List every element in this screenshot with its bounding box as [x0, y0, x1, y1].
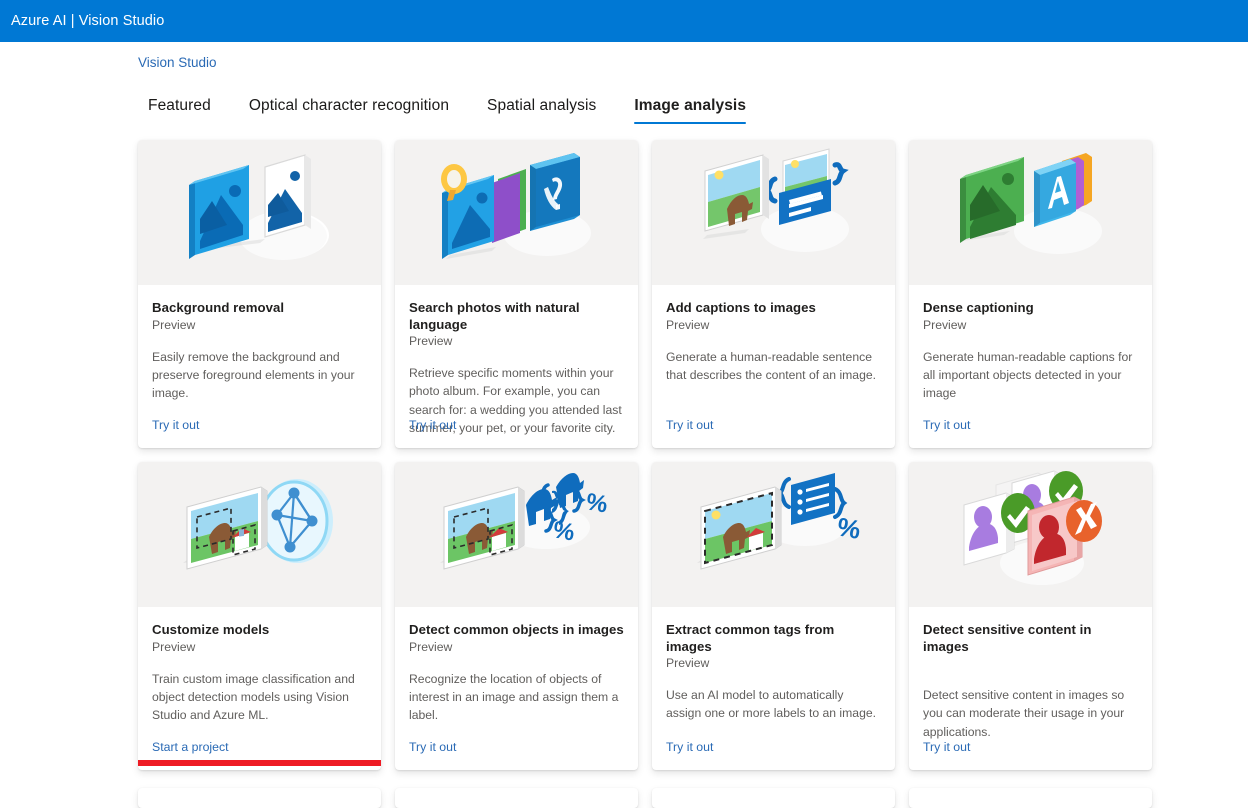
- card-detect-common-objects[interactable]: % % Detect common objects in images Prev…: [395, 462, 638, 770]
- card-body: Search photos with natural language Prev…: [395, 285, 638, 448]
- card-preview-badge: Preview: [152, 317, 196, 332]
- card-illustration-detect-sensitive: [909, 462, 1152, 607]
- card-body: Extract common tags from images Preview …: [652, 607, 895, 770]
- card-title: Background removal: [152, 300, 285, 315]
- card-preview-badge: Preview: [666, 317, 710, 332]
- card-description: Generate human-readable captions for all…: [923, 349, 1133, 401]
- card-title: Add captions to images: [666, 300, 816, 315]
- moderation-check-cross-icon: [963, 469, 1102, 585]
- card-title: Search photos with natural language: [409, 300, 580, 332]
- card-extract-common-tags[interactable]: % Extract common tags from images Previe…: [652, 462, 895, 770]
- card-title: Customize models: [152, 622, 270, 637]
- card-description: Use an AI model to automatically assign …: [666, 688, 877, 721]
- card-illustration-dense-captioning: [909, 140, 1152, 285]
- card-partial[interactable]: [138, 788, 381, 808]
- card-illustration-customize-models: [138, 462, 381, 607]
- card-action-link[interactable]: Try it out: [152, 418, 199, 432]
- photo-caption-braces-icon: [702, 147, 849, 252]
- two-photos-blue-icon: [188, 153, 329, 260]
- svg-text:%: %: [834, 511, 862, 545]
- card-preview-badge: [923, 656, 1138, 672]
- card-background-removal[interactable]: Background removal Preview Easily remove…: [138, 140, 381, 448]
- card-action-link[interactable]: Try it out: [409, 418, 456, 432]
- card-preview-badge: Preview: [409, 639, 453, 654]
- card-illustration-add-captions: [652, 140, 895, 285]
- card-dense-captioning[interactable]: Dense captioning Preview Generate human-…: [909, 140, 1152, 448]
- tab-spatial-analysis[interactable]: Spatial analysis: [487, 97, 596, 124]
- card-body: Background removal Preview Easily remove…: [138, 285, 381, 448]
- card-preview-badge: Preview: [923, 317, 967, 332]
- card-body: Dense captioning Preview Generate human-…: [909, 285, 1152, 448]
- card-partial[interactable]: [652, 788, 895, 808]
- tag-list-braces-percent-icon: %: [696, 472, 862, 570]
- card-preview-badge: Preview: [152, 639, 196, 654]
- card-title: Dense captioning: [923, 300, 1034, 315]
- card-title: Extract common tags from images: [666, 622, 835, 654]
- object-detection-braces-percent-icon: % %: [439, 472, 609, 570]
- app-header: Azure AI | Vision Studio: [0, 0, 1248, 42]
- card-detect-sensitive-content[interactable]: Detect sensitive content in images Detec…: [909, 462, 1152, 770]
- card-body: Customize models Preview Train custom im…: [138, 607, 381, 770]
- scenario-card-grid-row-3-partial: [138, 788, 1152, 808]
- card-title: Detect common objects in images: [409, 622, 624, 637]
- card-description: Detect sensitive content in images so yo…: [923, 688, 1125, 739]
- svg-text:%: %: [583, 488, 609, 518]
- card-title: Detect sensitive content in images: [923, 622, 1092, 654]
- category-tabs: Featured Optical character recognition S…: [0, 76, 1248, 124]
- photo-stack-magnifier-icon: [440, 152, 591, 259]
- card-illustration-background-removal: [138, 140, 381, 285]
- card-description: Recognize the location of objects of int…: [409, 671, 619, 723]
- card-add-captions-to-images[interactable]: Add captions to images Preview Generate …: [652, 140, 895, 448]
- card-action-link[interactable]: Try it out: [666, 740, 713, 754]
- tab-featured[interactable]: Featured: [148, 97, 211, 124]
- breadcrumb: Vision Studio: [0, 42, 1248, 76]
- photo-neural-network-icon: [182, 478, 333, 570]
- card-action-link[interactable]: Try it out: [666, 418, 713, 432]
- card-illustration-extract-tags: %: [652, 462, 895, 607]
- green-photo-letter-a-icon: [959, 152, 1102, 254]
- card-body: Detect sensitive content in images Detec…: [909, 607, 1152, 770]
- card-action-link[interactable]: Try it out: [923, 740, 970, 754]
- card-preview-badge: Preview: [666, 656, 710, 670]
- card-search-photos-natural-language[interactable]: Search photos with natural language Prev…: [395, 140, 638, 448]
- card-illustration-search-photos: [395, 140, 638, 285]
- card-description: Train custom image classification and ob…: [152, 671, 355, 723]
- tab-image-analysis[interactable]: Image analysis: [634, 97, 746, 124]
- breadcrumb-link-vision-studio[interactable]: Vision Studio: [138, 55, 217, 70]
- scenario-card-grid: Background removal Preview Easily remove…: [0, 124, 1152, 770]
- card-action-link[interactable]: Try it out: [923, 418, 970, 432]
- card-action-link[interactable]: Try it out: [409, 740, 456, 754]
- card-body: Detect common objects in images Preview …: [395, 607, 638, 770]
- card-illustration-detect-objects: % %: [395, 462, 638, 607]
- card-description: Easily remove the background and preserv…: [152, 349, 355, 401]
- card-description: Generate a human-readable sentence that …: [666, 349, 877, 382]
- card-customize-models[interactable]: Customize models Preview Train custom im…: [138, 462, 381, 770]
- card-action-link[interactable]: Start a project: [152, 740, 229, 754]
- card-preview-badge: Preview: [409, 334, 453, 348]
- app-title: Azure AI | Vision Studio: [11, 13, 165, 29]
- card-partial[interactable]: [909, 788, 1152, 808]
- card-partial[interactable]: [395, 788, 638, 808]
- tab-optical-character-recognition[interactable]: Optical character recognition: [249, 97, 449, 124]
- card-body: Add captions to images Preview Generate …: [652, 285, 895, 448]
